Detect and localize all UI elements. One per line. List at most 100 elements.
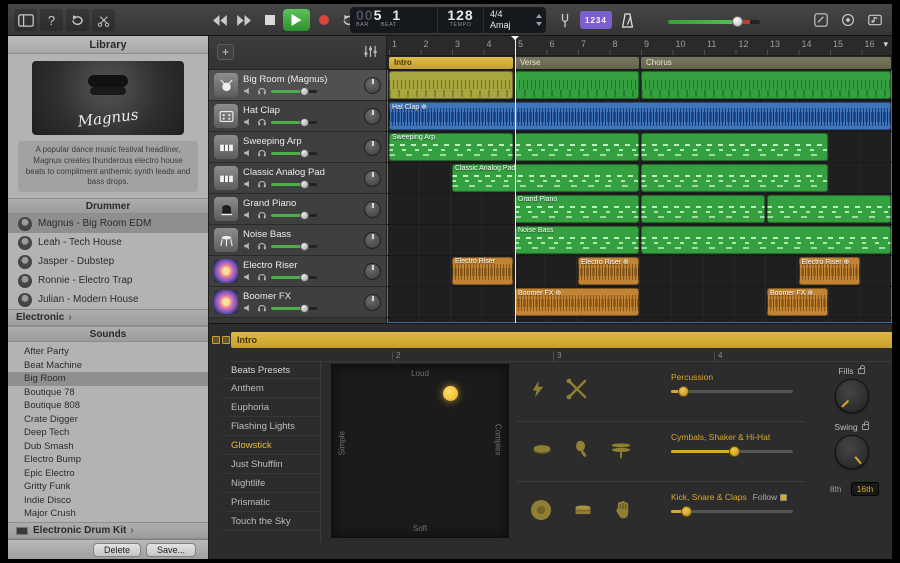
track-volume-knob[interactable] — [299, 210, 309, 220]
track-header-noise-bass[interactable]: Noise Bass — [209, 225, 386, 256]
add-track-button[interactable]: + — [217, 44, 234, 60]
fills-knob[interactable] — [834, 379, 869, 413]
region-electro-riser[interactable]: Electro Riser ⊕ — [798, 257, 860, 285]
sound-item-deep-tech[interactable]: Deep Tech — [8, 426, 208, 440]
pan-knob[interactable] — [364, 293, 381, 311]
kick-drum-icon[interactable] — [529, 498, 553, 527]
editor-region-bar[interactable]: Intro — [231, 332, 892, 348]
rate-button-8th[interactable]: 8th — [824, 482, 848, 496]
region-electro-riser[interactable]: Electro Riser ⊕ — [578, 257, 639, 285]
loop-browser-button[interactable] — [836, 9, 859, 31]
region-noise-bass[interactable]: Noise Bass — [515, 226, 639, 254]
mute-icon[interactable] — [243, 210, 253, 220]
shaker-icon[interactable] — [573, 438, 591, 465]
region-segment[interactable] — [515, 133, 639, 161]
mute-icon[interactable] — [243, 86, 253, 96]
region-segment[interactable] — [641, 195, 765, 223]
track-header-hat-clap[interactable]: Hat Clap — [209, 101, 386, 132]
track-volume-knob[interactable] — [299, 148, 309, 158]
preset-item-touch-the-sky[interactable]: Touch the Sky — [223, 512, 320, 531]
solo-icon[interactable] — [257, 86, 267, 96]
region-classic-analog-pad[interactable]: Classic Analog Pad — [452, 164, 639, 192]
sound-item-beat-machine[interactable]: Beat Machine — [8, 359, 208, 373]
region-lanes[interactable]: Hat Clap ⊕ Sweeping Arp Classic Analog Pad… — [387, 70, 892, 323]
solo-icon[interactable] — [257, 210, 267, 220]
preset-item-anthem[interactable]: Anthem — [223, 379, 320, 398]
tuner-button[interactable] — [553, 9, 576, 31]
timeline[interactable]: ▾ 1 2 3 4 5 6 7 8 9 10 11 12 13 14 15 16 Intro Verse Choru… — [387, 36, 892, 323]
track-volume-slider[interactable] — [271, 179, 317, 189]
timeline-ruler[interactable]: ▾ 1 2 3 4 5 6 7 8 9 10 11 12 13 14 15 16 — [387, 36, 892, 56]
editor-grid-icon[interactable] — [222, 336, 230, 344]
region-boomer-fx[interactable]: Boomer FX ⊕ — [767, 288, 828, 316]
tambourine-icon[interactable] — [529, 439, 555, 464]
drum-row-slider-knob[interactable] — [729, 446, 741, 457]
lcd-dropdown-icon[interactable] — [535, 13, 543, 27]
region-segment[interactable] — [767, 195, 891, 223]
metronome-button[interactable] — [616, 9, 639, 31]
sound-item-boutique-78[interactable]: Boutique 78 — [8, 386, 208, 400]
region-boomer-fx[interactable]: Boomer FX ⊕ — [515, 288, 639, 316]
track-header-grand-piano[interactable]: Grand Piano — [209, 194, 386, 225]
region-segment[interactable] — [389, 71, 513, 99]
hi-hat-icon[interactable] — [609, 438, 633, 465]
pan-knob[interactable] — [364, 169, 381, 187]
track-header-sweeping-arp[interactable]: Sweeping Arp — [209, 132, 386, 163]
lightning-icon[interactable] — [529, 377, 547, 406]
drummer-item-magnus-big-room-edm[interactable]: Magnus - Big Room EDM — [8, 214, 208, 234]
quick-help-button[interactable]: ? — [40, 9, 63, 31]
pan-knob[interactable] — [364, 231, 381, 249]
save-button[interactable]: Save... — [145, 542, 196, 557]
region-sweeping-arp[interactable]: Sweeping Arp — [389, 133, 513, 161]
sound-item-dub-smash[interactable]: Dub Smash — [8, 440, 208, 454]
region-segment[interactable] — [641, 164, 828, 192]
library-toggle-button[interactable] — [14, 9, 37, 31]
region-segment[interactable] — [641, 71, 891, 99]
preset-item-glowstick[interactable]: Glowstick — [223, 436, 320, 455]
mute-icon[interactable] — [243, 117, 253, 127]
drummer-item-julian-modern-house[interactable]: Julian - Modern House — [8, 290, 208, 309]
ruler-dropdown-icon[interactable]: ▾ — [883, 39, 888, 50]
region-hat-clap[interactable]: Hat Clap ⊕ — [389, 102, 891, 130]
track-volume-knob[interactable] — [299, 179, 309, 189]
pan-knob[interactable] — [364, 262, 381, 280]
solo-icon[interactable] — [257, 179, 267, 189]
follow-checkbox[interactable] — [780, 494, 788, 501]
track-volume-slider[interactable] — [271, 117, 317, 127]
solo-icon[interactable] — [257, 303, 267, 313]
track-volume-knob[interactable] — [299, 86, 309, 96]
arrangement-marker-chorus[interactable]: Chorus — [641, 57, 891, 69]
playhead[interactable] — [511, 36, 519, 323]
pan-knob[interactable] — [364, 76, 381, 94]
arrangement-marker-intro[interactable]: Intro — [389, 57, 513, 69]
swing-knob[interactable] — [834, 435, 869, 469]
sound-item-gritty-funk[interactable]: Gritty Funk — [8, 480, 208, 494]
master-volume-knob[interactable] — [732, 16, 743, 27]
solo-icon[interactable] — [257, 117, 267, 127]
mute-icon[interactable] — [243, 148, 253, 158]
media-browser-button[interactable] — [863, 9, 886, 31]
notepad-button[interactable] — [809, 9, 832, 31]
master-volume-slider[interactable] — [668, 16, 768, 27]
mute-icon[interactable] — [243, 303, 253, 313]
solo-icon[interactable] — [257, 272, 267, 282]
record-button[interactable] — [312, 9, 335, 31]
pan-knob[interactable] — [364, 200, 381, 218]
preset-item-euphoria[interactable]: Euphoria — [223, 398, 320, 417]
genre-row-electronic[interactable]: Electronic › — [8, 309, 208, 327]
track-volume-slider[interactable] — [271, 86, 317, 96]
pan-knob[interactable] — [364, 107, 381, 125]
drummer-item-jasper-dubstep[interactable]: Jasper - Dubstep — [8, 252, 208, 271]
lcd-display[interactable]: 005 1 BAR BEAT 128 TEMPO 4/4 Amaj — [350, 7, 546, 33]
track-volume-slider[interactable] — [271, 272, 317, 282]
sound-item-indie-disco[interactable]: Indie Disco — [8, 494, 208, 508]
track-volume-knob[interactable] — [299, 272, 309, 282]
drum-row-slider-knob[interactable] — [678, 386, 690, 397]
sound-item-epic-electro[interactable]: Epic Electro — [8, 467, 208, 481]
region-segment[interactable] — [515, 71, 639, 99]
drum-row-slider[interactable] — [671, 386, 793, 397]
track-header-electro-riser[interactable]: Electro Riser — [209, 256, 386, 287]
track-volume-knob[interactable] — [299, 241, 309, 251]
preset-item-just-shufflin[interactable]: Just Shufflin — [223, 455, 320, 474]
drum-row-slider[interactable] — [671, 506, 793, 517]
